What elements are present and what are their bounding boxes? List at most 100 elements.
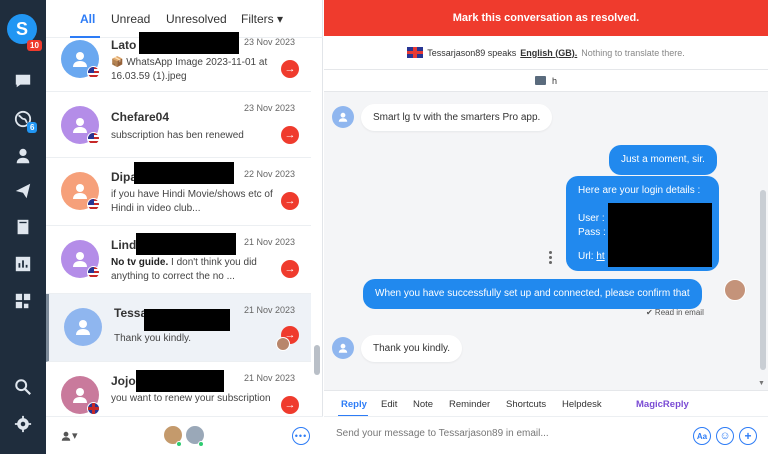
message-menu-icon[interactable] (549, 251, 553, 264)
add-attachment-button[interactable]: + (739, 427, 757, 445)
redaction (136, 233, 236, 255)
emoji-button[interactable]: ☺ (716, 427, 734, 445)
redaction (144, 309, 230, 331)
list-item[interactable]: Lato 23 Nov 2023 📦 WhatsApp Image 2023-1… (46, 26, 311, 92)
apps-icon[interactable] (8, 286, 38, 316)
search-icon[interactable] (8, 372, 38, 402)
contacts-icon[interactable] (8, 141, 38, 171)
customer-avatar (332, 106, 354, 128)
gb-flag-icon (87, 402, 100, 415)
language-speaker: Tessarjason89 speaks (427, 47, 517, 58)
logo-badge: 10 (27, 40, 42, 51)
read-status: ✔ Read in email (646, 308, 704, 317)
list-footer: ▾ ••• (46, 416, 323, 454)
us-flag-icon (87, 66, 100, 79)
assigned-agent-avatar (276, 337, 290, 351)
chevron-down-icon: ▾ (72, 430, 78, 442)
web-badge: 6 (27, 122, 38, 133)
list-item[interactable]: Jojo 21 Nov 2023 you want to renew your … (46, 362, 311, 418)
login-url-link[interactable]: ht (596, 251, 604, 262)
customer-avatar (332, 337, 354, 359)
translation-note: Nothing to translate there. (581, 47, 685, 58)
redaction (134, 162, 234, 184)
open-conversation-button[interactable]: → (281, 126, 299, 144)
redaction (608, 203, 712, 267)
open-conversation-button[interactable]: → (281, 260, 299, 278)
tab-helpdesk[interactable]: Helpdesk (562, 399, 602, 410)
list-scrollbar[interactable] (314, 345, 320, 375)
us-flag-icon (87, 198, 100, 211)
pane-scrollbar[interactable] (760, 190, 766, 370)
tab-edit[interactable]: Edit (381, 399, 397, 410)
outgoing-message: Just a moment, sir. (609, 145, 717, 175)
conversation-pane: Mark this conversation as resolved. Tess… (324, 0, 768, 454)
open-conversation-button[interactable]: → (281, 396, 299, 414)
composer: Aa ☺ + (324, 416, 768, 454)
tab-filters[interactable]: Filters ▾ (241, 12, 283, 26)
tab-shortcuts[interactable]: Shortcuts (506, 399, 546, 410)
send-icon[interactable] (8, 176, 38, 206)
message-preview: subscription has ben renewed (111, 130, 244, 141)
contact-name: Lato (111, 38, 137, 52)
list-item[interactable]: Dipa 22 Nov 2023 if you have Hindi Movie… (46, 158, 311, 226)
tab-all[interactable]: All (80, 12, 95, 26)
conversation-list: All Unread Unresolved Filters ▾ Lato 23 … (46, 0, 323, 454)
message-input[interactable] (336, 428, 666, 439)
outgoing-message: When you have successfully set up and co… (363, 279, 702, 309)
redaction (136, 370, 224, 392)
message-preview: if you have Hindi Movie/shows etc of Hin… (111, 189, 273, 214)
conversation-date: 21 Nov 2023 (243, 305, 295, 315)
tab-unresolved[interactable]: Unresolved (166, 12, 227, 26)
login-url-label: Url: (578, 251, 597, 262)
note-icon (534, 76, 546, 85)
agent-switch-button[interactable]: ▾ (60, 429, 78, 442)
redaction (139, 32, 239, 54)
message-preview: 📦 WhatsApp Image 2023-11-01 at 16.03.59 … (111, 57, 268, 82)
tab-note[interactable]: Note (413, 399, 433, 410)
tab-reminder[interactable]: Reminder (449, 399, 490, 410)
tab-unread[interactable]: Unread (111, 12, 150, 26)
text-format-button[interactable]: Aa (693, 427, 711, 445)
resolve-button[interactable]: Mark this conversation as resolved. (324, 0, 768, 36)
list-item-selected[interactable]: Tessa 21 Nov 2023 Thank you kindly. → (46, 294, 311, 362)
open-conversation-button[interactable]: → (281, 192, 299, 210)
message-preview: you want to renew your subscription (111, 393, 271, 404)
tab-magic-reply[interactable]: MagicReply (636, 399, 689, 410)
reply-tabs: Reply Edit Note Reminder Shortcuts Helpd… (324, 390, 768, 417)
open-conversation-button[interactable]: → (281, 60, 299, 78)
list-item[interactable]: Chefare04 23 Nov 2023 subscription has b… (46, 92, 311, 158)
conversation-date: 21 Nov 2023 (243, 373, 295, 383)
incoming-message: Smart lg tv with the smarters Pro app. (361, 104, 553, 131)
agent-avatar (724, 279, 746, 301)
conversation-date: 22 Nov 2023 (243, 169, 295, 179)
us-flag-icon (87, 266, 100, 279)
contact-name: Jojo (111, 374, 136, 388)
conversation-date: 23 Nov 2023 (243, 37, 295, 47)
message-preview: Thank you kindly. (114, 333, 192, 344)
book-icon[interactable] (8, 212, 38, 242)
gb-flag-icon (407, 47, 424, 58)
more-options-button[interactable]: ••• (292, 427, 310, 445)
scroll-down-icon[interactable]: ▼ (758, 380, 765, 387)
language-link[interactable]: English (GB). (520, 48, 577, 58)
avatar (64, 308, 102, 346)
reports-icon[interactable] (8, 249, 38, 279)
logo-text: S (15, 18, 28, 39)
nav-rail: S 10 6 (0, 0, 46, 454)
conversation-date: 23 Nov 2023 (243, 103, 295, 113)
online-status-dot (176, 441, 182, 447)
conversation-date: 21 Nov 2023 (243, 237, 295, 247)
message-preview-bold: No tv guide. (111, 257, 169, 268)
incoming-message: Thank you kindly. (361, 335, 463, 362)
note-text: h (551, 75, 557, 86)
settings-icon[interactable] (8, 409, 38, 439)
login-heading: Here are your login details : (578, 185, 701, 196)
tab-reply[interactable]: Reply (341, 399, 367, 410)
note-strip: h (324, 70, 768, 92)
us-flag-icon (87, 132, 100, 145)
list-item[interactable]: Linda 21 Nov 2023 No tv guide. I don't t… (46, 226, 311, 294)
contact-name: Chefare04 (111, 110, 170, 124)
user-icon (61, 431, 71, 441)
online-status-dot (198, 441, 204, 447)
chat-icon[interactable] (8, 66, 38, 96)
